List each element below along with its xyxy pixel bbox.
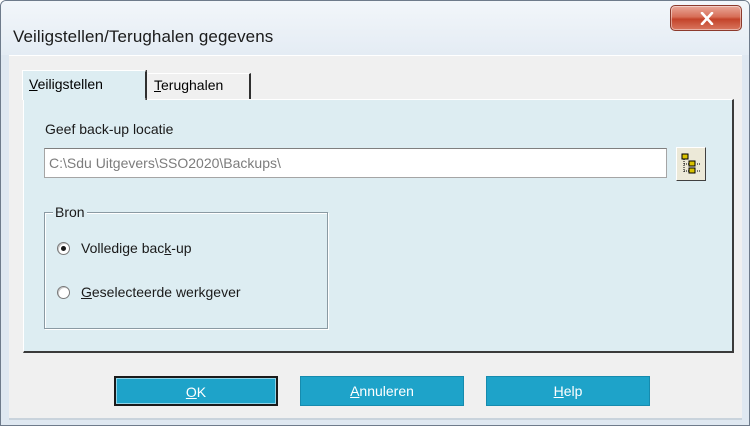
ok-button-mnemonic: O (185, 384, 197, 400)
tab-divider (145, 72, 147, 98)
radio-selected-employer-mnemonic: G (81, 284, 92, 300)
title-bar[interactable]: Veiligstellen/Terughalen gegevens (1, 1, 749, 55)
dialog-client-area: Veiligstellen Terughalen Geef back-up lo… (9, 55, 742, 419)
tab-veiligstellen[interactable]: Veiligstellen (22, 70, 146, 100)
window-bottom-edge (9, 418, 742, 420)
window-title: Veiligstellen/Terughalen gegevens (13, 27, 274, 46)
source-group-legend: Bron (53, 204, 87, 220)
tab-terughalen-label: erughalen (161, 77, 224, 93)
backup-location-input[interactable] (44, 148, 667, 178)
tab-terughalen[interactable]: Terughalen (148, 73, 251, 99)
cancel-button[interactable]: Annuleren (300, 376, 464, 406)
close-icon (700, 12, 714, 25)
ok-button[interactable]: OK (114, 376, 278, 406)
dialog-window: Veiligstellen/Terughalen gegevens Veilig… (0, 0, 750, 426)
tab-veiligstellen-label: eiligstellen (37, 76, 103, 92)
cancel-button-label: nnuleren (359, 383, 414, 399)
radio-selected-employer-label: Geselecteerde werkgever (81, 284, 241, 300)
tab-veiligstellen-mnemonic: V (29, 76, 38, 92)
close-button[interactable] (670, 5, 742, 31)
radio-full-backup-label: Volledige back-up (81, 240, 192, 256)
help-button-label: elp (563, 383, 583, 399)
browse-folder-button[interactable] (676, 147, 706, 181)
help-button-mnemonic: H (553, 383, 564, 399)
ok-button-label: K (196, 384, 207, 400)
radio-full-backup-circle[interactable] (57, 242, 70, 255)
tab-panel-veiligstellen: Geef back-up locatie Bron (23, 99, 734, 353)
tab-terughalen-mnemonic: T (154, 77, 161, 93)
folder-tree-icon (681, 153, 701, 174)
radio-full-backup-label-before: Volledige bac (81, 240, 165, 256)
source-group: Bron Volledige back-up Geselecteerde wer… (44, 204, 328, 329)
radio-full-backup-label-after: -up (171, 240, 192, 256)
radio-selected-employer-label-after: eselecteerde werkgever (91, 284, 241, 300)
backup-location-label: Geef back-up locatie (45, 121, 174, 137)
help-button[interactable]: Help (486, 376, 650, 406)
radio-selected-employer-circle[interactable] (57, 286, 70, 299)
radio-selected-dot (61, 246, 66, 251)
